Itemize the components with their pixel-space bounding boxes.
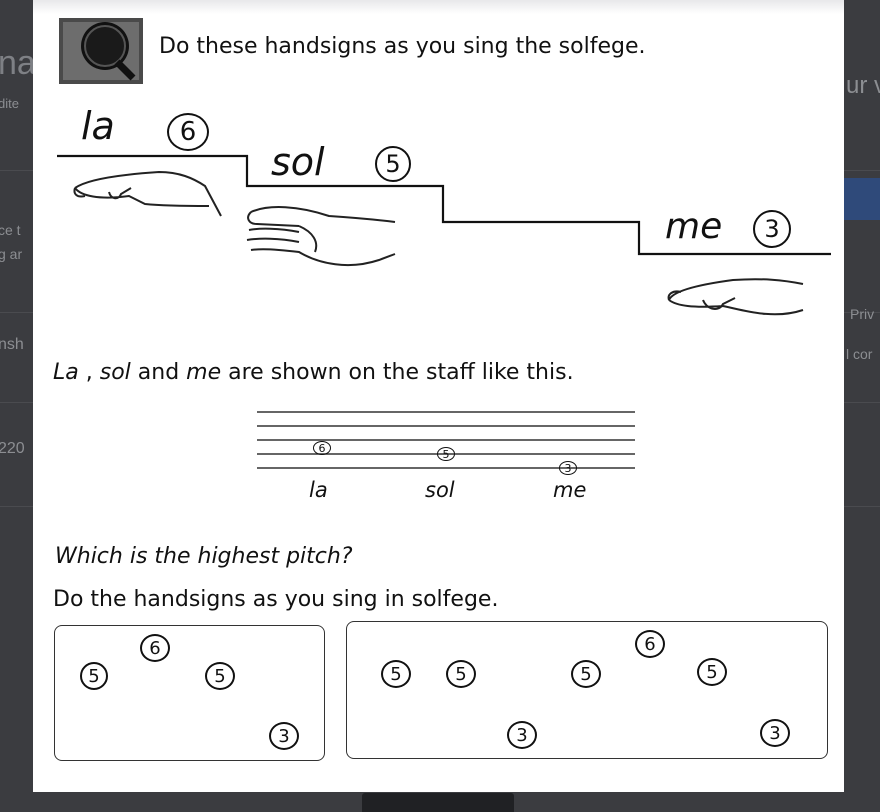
bg-fragment: 220 [0,440,25,457]
separator: , [78,360,100,385]
hand-la-icon [73,170,222,217]
step-syllable-la: la [81,104,115,148]
exercise-box-2 [346,621,828,759]
bg-fragment: ur v [846,72,880,99]
box2-note: 3 [507,721,537,749]
box2-note: 5 [381,660,411,688]
staff-label-sol: sol [425,478,455,502]
sentence-rest: are shown on the staff like this. [221,360,574,385]
question-text: Which is the highest pitch? [55,544,353,569]
bottom-tab [362,793,514,812]
worksheet-image: Do these handsigns as you sing the solfe… [33,0,844,792]
step-syllable-me: me [665,206,723,247]
box1-note: 3 [269,722,299,750]
box2-note: 3 [760,719,790,747]
bg-fragment: ce t [0,222,21,238]
bg-fragment: g ar [0,246,23,262]
staff-label-la: la [309,478,328,502]
box2-note: 5 [571,660,601,688]
hand-sol-icon [246,206,396,266]
word-me: me [186,360,222,385]
staff-sentence: La , sol and me are shown on the staff l… [53,360,574,385]
bg-fragment: Priv [850,306,875,322]
step-number-6: 6 [167,113,209,151]
staff-note-3: 3 [559,461,577,475]
hand-me-icon [667,278,804,316]
step-syllable-sol: sol [271,140,325,184]
box2-note: 5 [697,658,727,686]
bg-accent-block [843,178,880,220]
music-staff [257,411,635,469]
box1-note: 6 [140,634,170,662]
box2-note: 6 [635,630,665,658]
staff-label-me: me [553,478,587,502]
bg-fragment: dite [0,96,19,111]
word-and: and [130,360,187,385]
box1-note: 5 [205,662,235,690]
bg-fragment: na [0,44,36,82]
step-number-3: 3 [753,210,791,248]
worksheet-instruction-2: Do the handsigns as you sing in solfege. [53,587,499,612]
word-la: La [53,360,79,385]
step-number-5: 5 [375,146,411,182]
bg-fragment: l cor [846,346,873,362]
box1-note: 5 [80,662,108,690]
bg-fragment: nsh [0,336,24,353]
staff-note-5: 5 [437,447,455,461]
box2-note: 5 [446,660,476,688]
word-sol: sol [99,360,131,385]
staff-note-6: 6 [313,441,331,455]
